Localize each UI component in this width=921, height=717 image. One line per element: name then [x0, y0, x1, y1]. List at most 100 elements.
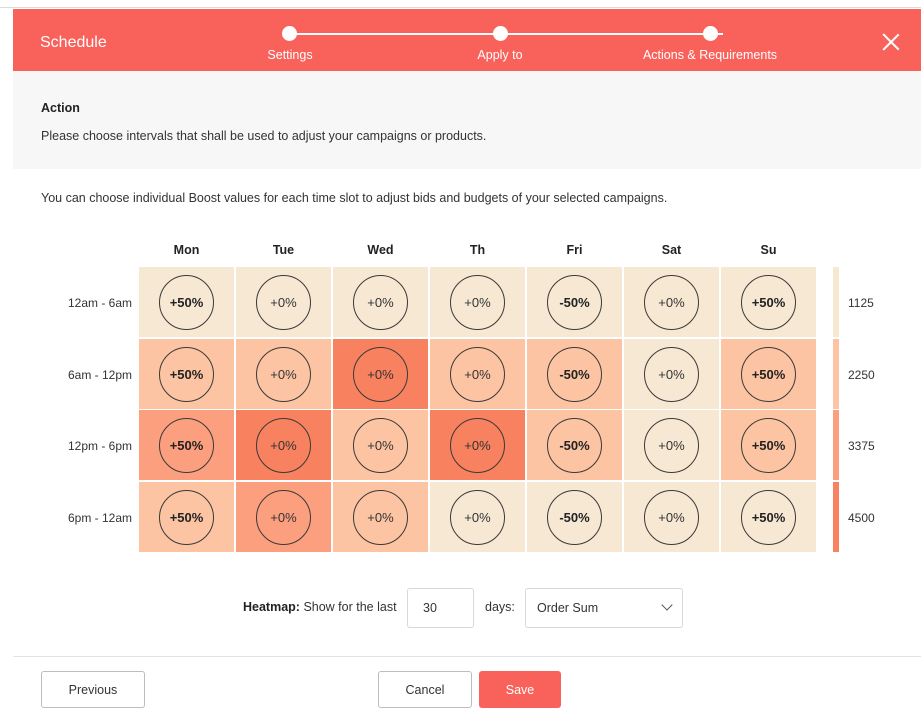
- boost-value-button[interactable]: +0%: [450, 418, 505, 473]
- row-label-12pm-6pm: 12pm - 6pm: [67, 439, 132, 453]
- row-label-6pm-12am: 6pm - 12am: [67, 511, 132, 525]
- legend-value: 3375: [848, 439, 875, 453]
- boost-value-button[interactable]: +50%: [159, 275, 214, 330]
- row-label-6am-12pm: 6am - 12pm: [67, 368, 132, 382]
- schedule-cell[interactable]: +0%: [333, 339, 428, 409]
- boost-value-button[interactable]: +0%: [644, 418, 699, 473]
- schedule-cell[interactable]: -50%: [527, 482, 622, 552]
- day-header-wed: Wed: [367, 243, 394, 257]
- boost-value-button[interactable]: +0%: [450, 490, 505, 545]
- boost-value-button[interactable]: +0%: [353, 490, 408, 545]
- boost-value-button[interactable]: +50%: [159, 490, 214, 545]
- schedule-cell[interactable]: -50%: [527, 339, 622, 409]
- schedule-cell[interactable]: +0%: [236, 410, 331, 480]
- days-input[interactable]: [407, 588, 474, 628]
- boost-value-button[interactable]: +50%: [741, 275, 796, 330]
- schedule-cell[interactable]: +0%: [430, 267, 525, 337]
- boost-value-button[interactable]: +0%: [256, 490, 311, 545]
- day-header-mon: Mon: [173, 243, 200, 257]
- boost-value-button[interactable]: -50%: [547, 418, 602, 473]
- boost-value-button[interactable]: +50%: [159, 418, 214, 473]
- schedule-cell[interactable]: +0%: [333, 267, 428, 337]
- schedule-cell[interactable]: +0%: [624, 267, 719, 337]
- schedule-cell[interactable]: -50%: [527, 410, 622, 480]
- legend-value: 1125: [848, 296, 874, 310]
- legend-swatch-4: [833, 482, 839, 552]
- metric-select[interactable]: Order Sum: [525, 588, 683, 628]
- boost-value-button[interactable]: +50%: [741, 490, 796, 545]
- boost-value-button[interactable]: +0%: [256, 347, 311, 402]
- step-apply-to[interactable]: Apply to: [477, 48, 522, 62]
- intro-text: You can choose individual Boost values f…: [41, 191, 668, 205]
- boost-value-button[interactable]: +0%: [353, 275, 408, 330]
- days-label: days:: [485, 600, 515, 614]
- heatmap-label-text: Show for the last: [299, 600, 397, 614]
- schedule-cell[interactable]: +50%: [139, 339, 234, 409]
- boost-value-button[interactable]: +50%: [741, 347, 796, 402]
- action-panel: Action Please choose intervals that shal…: [13, 71, 921, 169]
- day-header-su: Su: [760, 243, 777, 257]
- boost-value-button[interactable]: +0%: [450, 347, 505, 402]
- schedule-cell[interactable]: +0%: [624, 339, 719, 409]
- schedule-cell[interactable]: +50%: [139, 482, 234, 552]
- day-header-sat: Sat: [661, 243, 682, 257]
- schedule-cell[interactable]: +0%: [333, 410, 428, 480]
- close-icon[interactable]: [881, 32, 901, 52]
- step-dot-actions[interactable]: [703, 26, 718, 41]
- boost-value-button[interactable]: +0%: [644, 490, 699, 545]
- legend-swatch-1: [833, 267, 839, 337]
- schedule-cell[interactable]: +0%: [624, 410, 719, 480]
- schedule-cell[interactable]: +0%: [430, 410, 525, 480]
- top-border: [0, 0, 921, 8]
- boost-value-button[interactable]: +50%: [159, 347, 214, 402]
- step-dot-settings[interactable]: [282, 26, 297, 41]
- schedule-cell[interactable]: +0%: [236, 267, 331, 337]
- cancel-button[interactable]: Cancel: [378, 671, 472, 708]
- legend-value: 4500: [848, 511, 875, 525]
- legend-swatch-3: [833, 410, 839, 480]
- schedule-cell[interactable]: -50%: [527, 267, 622, 337]
- heatmap-filter-label: Heatmap: Show for the last: [243, 600, 397, 614]
- schedule-cell[interactable]: +0%: [236, 482, 331, 552]
- save-button[interactable]: Save: [479, 671, 561, 708]
- boost-value-button[interactable]: -50%: [547, 347, 602, 402]
- schedule-cell[interactable]: +50%: [721, 482, 816, 552]
- boost-value-button[interactable]: +0%: [256, 418, 311, 473]
- boost-value-button[interactable]: -50%: [547, 490, 602, 545]
- day-header-tue: Tue: [272, 243, 295, 257]
- metric-select-value: Order Sum: [537, 601, 599, 615]
- action-title: Action: [41, 101, 80, 115]
- boost-value-button[interactable]: -50%: [547, 275, 602, 330]
- step-actions-requirements[interactable]: Actions & Requirements: [643, 48, 777, 62]
- modal-header: Schedule Settings Apply to Actions & Req…: [13, 9, 921, 71]
- day-header-th: Th: [469, 243, 486, 257]
- boost-value-button[interactable]: +0%: [256, 275, 311, 330]
- boost-value-button[interactable]: +0%: [644, 275, 699, 330]
- boost-value-button[interactable]: +50%: [741, 418, 796, 473]
- schedule-cell[interactable]: +0%: [333, 482, 428, 552]
- legend-swatch-2: [833, 339, 839, 409]
- schedule-cell[interactable]: +50%: [721, 267, 816, 337]
- step-dot-apply-to[interactable]: [493, 26, 508, 41]
- day-header-fri: Fri: [566, 243, 583, 257]
- boost-value-button[interactable]: +0%: [353, 418, 408, 473]
- schedule-cell[interactable]: +50%: [721, 339, 816, 409]
- boost-value-button[interactable]: +0%: [644, 347, 699, 402]
- schedule-cell[interactable]: +50%: [139, 267, 234, 337]
- schedule-cell[interactable]: +0%: [236, 339, 331, 409]
- modal-title: Schedule: [40, 34, 107, 51]
- chevron-down-icon: [661, 599, 673, 611]
- boost-value-button[interactable]: +0%: [450, 275, 505, 330]
- step-settings[interactable]: Settings: [267, 48, 312, 62]
- previous-button[interactable]: Previous: [41, 671, 145, 708]
- schedule-cell[interactable]: +50%: [721, 410, 816, 480]
- schedule-cell[interactable]: +50%: [139, 410, 234, 480]
- schedule-cell[interactable]: +0%: [430, 339, 525, 409]
- legend-value: 2250: [848, 368, 875, 382]
- schedule-cell[interactable]: +0%: [430, 482, 525, 552]
- action-description: Please choose intervals that shall be us…: [41, 129, 487, 143]
- footer-divider: [13, 656, 921, 657]
- schedule-cell[interactable]: +0%: [624, 482, 719, 552]
- row-label-12am-6am: 12am - 6am: [67, 296, 132, 310]
- boost-value-button[interactable]: +0%: [353, 347, 408, 402]
